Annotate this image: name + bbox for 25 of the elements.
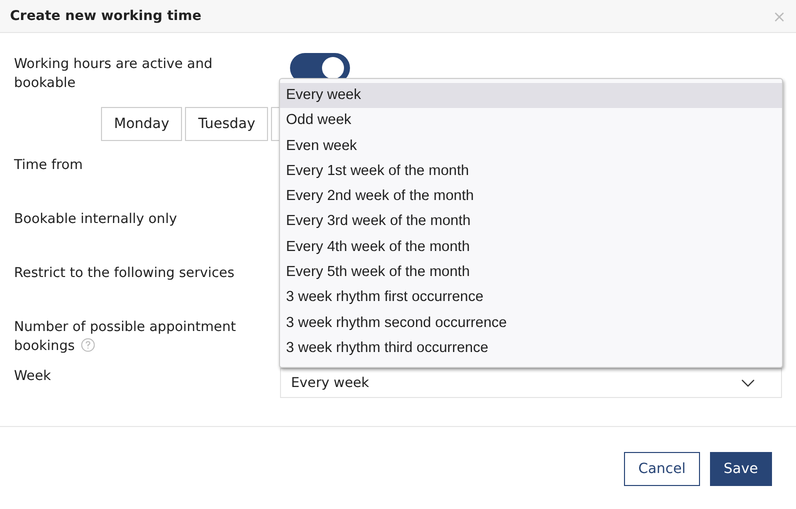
- dropdown-option[interactable]: Even week: [280, 134, 782, 159]
- cancel-button[interactable]: Cancel: [624, 452, 700, 486]
- dropdown-option[interactable]: Every 1st week of the month: [280, 158, 782, 184]
- week-select[interactable]: Every week: [280, 368, 782, 398]
- dialog-title: Create new working time: [10, 8, 202, 24]
- day-button[interactable]: Monday: [101, 107, 182, 141]
- dropdown-option[interactable]: 3 week rhythm third occurrence: [280, 336, 782, 362]
- dropdown-option[interactable]: Every 3rd week of the month: [280, 209, 782, 235]
- field-label: Time from: [14, 156, 84, 175]
- dropdown-option[interactable]: 3 week rhythm second occurrence: [280, 310, 782, 336]
- save-button[interactable]: Save: [710, 452, 772, 486]
- dropdown-option[interactable]: Odd week: [280, 108, 782, 134]
- dropdown-option[interactable]: Every week: [280, 83, 782, 108]
- day-button[interactable]: Tuesday: [185, 107, 268, 141]
- dropdown-option[interactable]: Every 5th week of the month: [280, 260, 782, 286]
- dropdown-option[interactable]: Every 2nd week of the month: [280, 184, 782, 210]
- field-label: Number of possible appointment bookings: [14, 318, 237, 356]
- field-label: Restrict to the following services: [14, 264, 236, 283]
- dropdown-option[interactable]: Every 4th week of the month: [280, 234, 782, 260]
- chevron-down-icon: [741, 379, 755, 387]
- dropdown-option[interactable]: 3 week rhythm first occurrence: [280, 285, 782, 311]
- select-value: Every week: [291, 375, 370, 391]
- field-label: Bookable internally only: [14, 210, 178, 229]
- field-label: Week: [14, 367, 52, 386]
- field-label: Working hours are active and bookable: [14, 55, 214, 93]
